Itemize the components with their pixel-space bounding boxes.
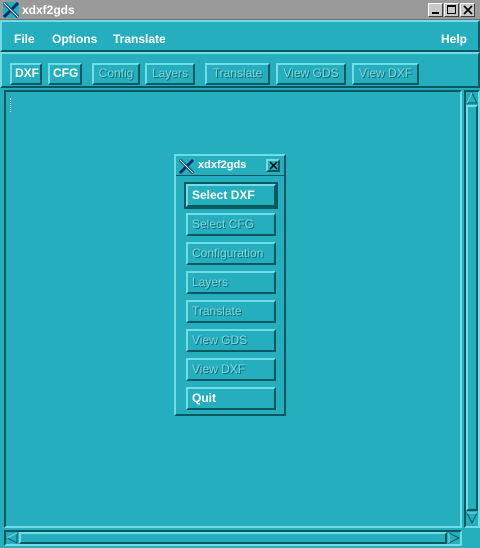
window-title: xdxf2gds (22, 3, 75, 17)
scroll-right-icon[interactable] (448, 532, 460, 544)
close-button[interactable] (460, 3, 475, 17)
quit-button[interactable]: Quit (186, 387, 276, 410)
select-cfg-button[interactable]: Select CFG (186, 213, 276, 236)
menu-options[interactable]: Options (52, 32, 97, 46)
vertical-scroll-thumb[interactable] (466, 105, 478, 511)
window-title-bar[interactable]: xdxf2gds (0, 0, 480, 20)
toolbar-view-dxf-button[interactable]: View DXF (352, 63, 419, 85)
scroll-left-icon[interactable] (6, 532, 18, 544)
close-icon (463, 5, 473, 15)
x-logo-icon (3, 2, 19, 18)
dialog-title-bar[interactable]: xdxf2gds (176, 156, 284, 176)
horizontal-scrollbar[interactable] (4, 530, 462, 546)
maximize-button[interactable] (444, 3, 459, 17)
toolbar: DXF CFG Config Layers Translate View GDS… (0, 52, 480, 88)
translate-button[interactable]: Translate (186, 300, 276, 323)
layers-button[interactable]: Layers (186, 271, 276, 294)
minimize-button[interactable] (428, 3, 443, 17)
dialog-close-button[interactable] (266, 159, 280, 172)
minimize-icon (432, 12, 439, 14)
scroll-up-icon[interactable] (466, 92, 478, 104)
horizontal-scroll-thumb[interactable] (19, 532, 447, 544)
menu-bar: File Options Translate Help (0, 20, 480, 52)
toolbar-layers-button[interactable]: Layers (145, 63, 195, 85)
toolbar-dxf-button[interactable]: DXF (10, 63, 42, 85)
toolbar-translate-button[interactable]: Translate (205, 63, 270, 85)
select-dxf-button[interactable]: Select DXF (184, 182, 278, 209)
scroll-down-icon[interactable] (466, 512, 478, 524)
vertical-scrollbar[interactable] (464, 90, 480, 528)
view-dxf-button[interactable]: View DXF (186, 358, 276, 381)
menu-translate[interactable]: Translate (113, 32, 166, 46)
toolbar-config-button[interactable]: Config (92, 63, 140, 85)
menu-file[interactable]: File (14, 32, 35, 46)
text-cursor (10, 98, 11, 112)
dialog-title: xdxf2gds (198, 159, 247, 171)
x-logo-icon (179, 159, 194, 174)
view-gds-button[interactable]: View GDS (186, 329, 276, 352)
menu-help[interactable]: Help (441, 32, 467, 46)
xdxf2gds-dialog: xdxf2gds Select DXF Select CFG Configura… (174, 154, 286, 416)
maximize-icon (447, 5, 456, 14)
toolbar-view-gds-button[interactable]: View GDS (276, 63, 346, 85)
close-icon (269, 161, 278, 170)
configuration-button[interactable]: Configuration (186, 242, 276, 265)
toolbar-cfg-button[interactable]: CFG (48, 63, 82, 85)
